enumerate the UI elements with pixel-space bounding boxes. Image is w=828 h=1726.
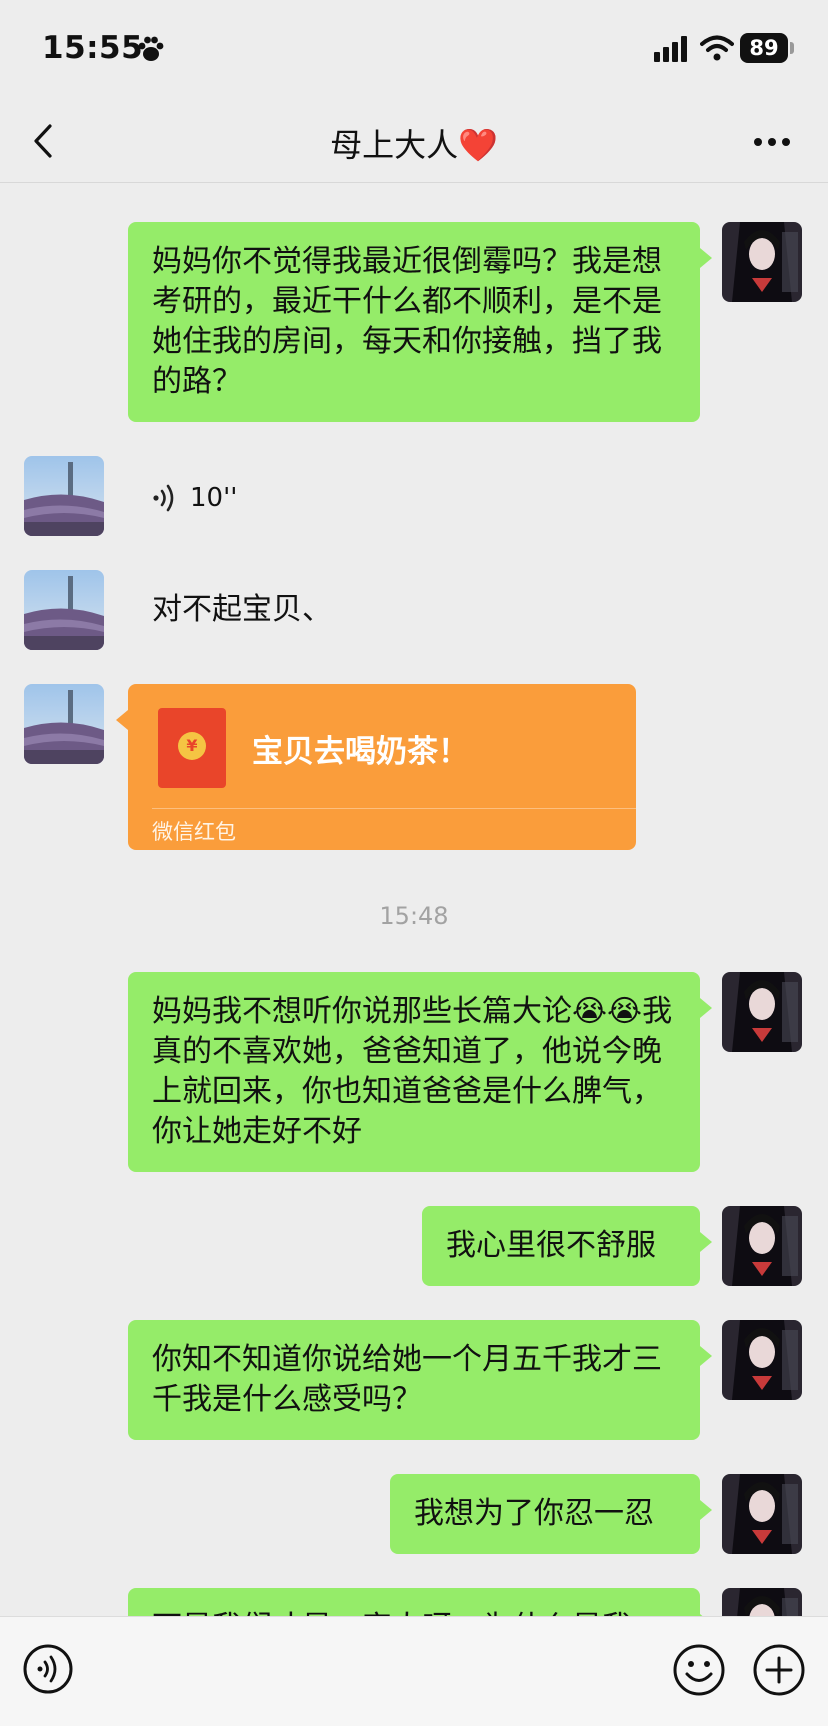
battery-cap — [790, 42, 794, 54]
red-packet-title: 宝贝去喝奶茶！ — [252, 734, 469, 770]
voice-wave-icon — [153, 484, 174, 512]
cellular-signal-icon — [654, 36, 687, 62]
contact-avatar[interactable] — [24, 570, 104, 650]
message-text: 妈妈我不想听你说那些长篇大论😭😭我真的不喜欢她，爸爸知道了，他说今晚上就回来，你… — [152, 994, 673, 1149]
message-text: 妈妈你不觉得我最近很倒霉吗？我是想考研的，最近干什么都不顺利，是不是她住我的房间… — [152, 244, 662, 399]
more-options-icon[interactable] — [752, 136, 792, 148]
wifi-icon — [700, 35, 734, 61]
contact-avatar[interactable] — [24, 456, 104, 536]
yuan-coin-icon: ¥ — [178, 732, 206, 760]
message-bubble-sent[interactable]: 我想为了你忍一忍 — [390, 1474, 712, 1554]
status-bar: 15:55 89 — [0, 0, 828, 100]
message-text: 我想为了你忍一忍 — [414, 1496, 654, 1531]
message-bubble-sent[interactable]: 妈妈我不想听你说那些长篇大论😭😭我真的不喜欢她，爸爸知道了，他说今晚上就回来，你… — [128, 972, 712, 1172]
message-text: 对不起宝贝、 — [152, 592, 332, 627]
my-avatar[interactable] — [722, 972, 802, 1052]
my-avatar[interactable] — [722, 1474, 802, 1554]
battery-icon: 89 — [740, 33, 788, 63]
red-packet-label: 微信红包 — [152, 820, 236, 844]
heart-emoji: ❤️ — [458, 126, 498, 164]
contact-avatar[interactable] — [24, 684, 104, 764]
chat-title: 母上大人❤️ — [0, 120, 828, 166]
red-envelope-icon: ¥ — [158, 708, 226, 788]
chat-input-bar — [0, 1616, 828, 1726]
contact-name: 母上大人 — [330, 126, 459, 164]
emoji-icon[interactable] — [672, 1643, 726, 1697]
message-bubble-sent[interactable]: 你知不知道你说给她一个月五千我才三千我是什么感受吗？ — [128, 1320, 712, 1440]
plus-icon[interactable] — [752, 1643, 806, 1697]
my-avatar[interactable] — [722, 1320, 802, 1400]
red-packet-divider — [152, 808, 636, 809]
chat-header: 母上大人❤️ — [0, 100, 828, 183]
my-avatar[interactable] — [722, 1206, 802, 1286]
message-bubble-sent[interactable]: 我心里很不舒服 — [422, 1206, 712, 1286]
message-bubble-sent[interactable]: 妈妈你不觉得我最近很倒霉吗？我是想考研的，最近干什么都不顺利，是不是她住我的房间… — [128, 222, 712, 422]
voice-input-icon[interactable] — [22, 1643, 74, 1695]
message-timestamp: 15:48 — [379, 902, 449, 930]
message-text: 你知不知道你说给她一个月五千我才三千我是什么感受吗？ — [152, 1342, 662, 1417]
status-time: 15:55 — [42, 30, 144, 66]
voice-duration: 10'' — [190, 483, 238, 513]
voice-message[interactable]: 10'' — [152, 478, 237, 518]
paw-icon — [138, 36, 164, 61]
message-text: 我心里很不舒服 — [446, 1228, 656, 1263]
message-bubble-received[interactable]: 对不起宝贝、 — [128, 570, 388, 650]
red-packet-card[interactable]: ¥ 宝贝去喝奶茶！ 微信红包 — [116, 684, 636, 850]
my-avatar[interactable] — [722, 222, 802, 302]
